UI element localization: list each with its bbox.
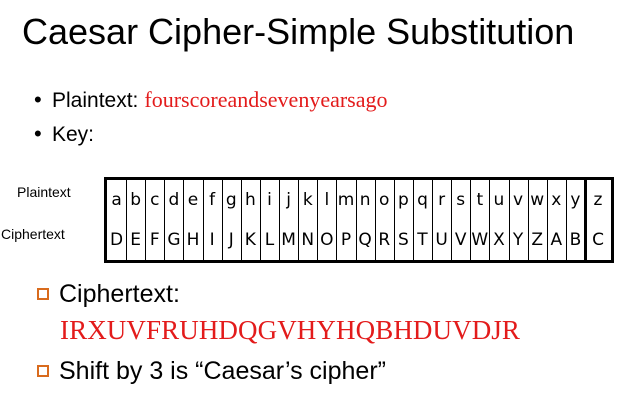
ciphertext-letter-S: S: [397, 230, 409, 250]
key-bullet: • Key:: [34, 117, 624, 151]
table-cell-divider: [279, 180, 281, 260]
table-cell-divider: [432, 180, 434, 260]
ciphertext-letter-X: X: [493, 230, 505, 250]
ciphertext-section: Ciphertext:: [37, 277, 627, 311]
table-cell-divider: [183, 180, 185, 260]
bullet-list: • Plaintext: fourscoreandsevenyearsago •…: [34, 83, 624, 151]
table-cell-divider: [355, 180, 357, 260]
plaintext-letter-r: r: [438, 190, 446, 210]
plaintext-letter-j: j: [286, 190, 291, 210]
ciphertext-letter-Q: Q: [358, 230, 372, 250]
plaintext-letter-v: v: [513, 190, 524, 210]
ciphertext-letter-W: W: [471, 230, 489, 250]
ciphertext-value: IRXUVFRUHDQGVHYHQBHDUVDJR: [60, 315, 521, 345]
table-cell-divider: [336, 180, 338, 260]
plaintext-letter-e: e: [187, 190, 199, 210]
plaintext-letter-t: t: [476, 190, 484, 210]
plaintext-letter-h: h: [244, 190, 256, 210]
plaintext-letter-d: d: [168, 190, 180, 210]
ciphertext-letter-T: T: [417, 230, 428, 250]
ciphertext-letter-L: L: [264, 230, 275, 250]
plaintext-letter-p: p: [397, 190, 409, 210]
ciphertext-bullet: Ciphertext:: [37, 277, 627, 311]
table-cell-divider: [584, 180, 587, 260]
ciphertext-letter-P: P: [340, 230, 352, 250]
plaintext-letter-q: q: [417, 190, 428, 210]
table-cell-divider: [451, 180, 453, 260]
ciphertext-letter-E: E: [130, 230, 142, 250]
table-cell-divider: [317, 180, 319, 260]
plaintext-letter-l: l: [324, 190, 330, 210]
table-cell-divider: [240, 180, 242, 260]
table-cell-divider: [202, 180, 204, 260]
table-cell-divider: [508, 180, 510, 260]
ciphertext-letter-Y: Y: [512, 230, 524, 250]
ciphertext-letter-J: J: [228, 230, 234, 250]
substitution-table: abcdefghijklmnopqrstuvwxyz DEFGHIJKLMNOP…: [104, 177, 614, 263]
table-cell-divider: [298, 180, 300, 260]
ciphertext-letter-K: K: [244, 230, 256, 250]
plaintext-letter-z: z: [593, 190, 603, 210]
plaintext-letter-g: g: [225, 190, 237, 210]
plaintext-letter-s: s: [456, 190, 466, 210]
slide: Caesar Cipher-Simple Substitution • Plai…: [0, 0, 638, 401]
table-cell-divider: [393, 180, 395, 260]
slide-title: Caesar Cipher-Simple Substitution: [22, 11, 575, 52]
square-bullet-icon: [37, 365, 49, 377]
note-bullet: Shift by 3 is “Caesar’s cipher”: [37, 354, 627, 388]
table-cell-divider: [489, 180, 491, 260]
ciphertext-letter-A: A: [550, 230, 563, 250]
square-bullet-icon: [37, 288, 49, 300]
ciphertext-letter-I: I: [209, 230, 215, 250]
ciphertext-letter-D: D: [110, 230, 124, 250]
plaintext-row-label: Plaintext: [17, 184, 71, 200]
table-cell-divider: [374, 180, 376, 260]
ciphertext-letter-B: B: [569, 230, 582, 250]
ciphertext-letter-V: V: [454, 230, 467, 250]
ciphertext-letter-G: G: [167, 230, 181, 250]
plaintext-bullet: • Plaintext: fourscoreandsevenyearsago: [34, 83, 624, 117]
plaintext-letter-x: x: [551, 190, 562, 210]
plaintext-letter-n: n: [359, 190, 371, 210]
ciphertext-letter-N: N: [301, 230, 315, 250]
plaintext-letter-a: a: [111, 190, 122, 210]
plaintext-letter-y: y: [570, 190, 581, 210]
key-label: Key:: [52, 123, 95, 146]
bullet-dot-icon: •: [34, 121, 42, 146]
ciphertext-label: Ciphertext:: [59, 280, 180, 308]
ciphertext-letter-Z: Z: [531, 230, 543, 250]
plaintext-letter-u: u: [493, 190, 505, 210]
ciphertext-row-label: Ciphertext: [1, 226, 65, 242]
ciphertext-letter-C: C: [592, 230, 604, 250]
plaintext-letter-c: c: [150, 190, 160, 210]
table-cell-divider: [221, 180, 223, 260]
table-cell-divider: [527, 180, 529, 260]
plaintext-letter-w: w: [530, 190, 545, 210]
table-cell-divider: [145, 180, 147, 260]
plaintext-letter-k: k: [302, 190, 313, 210]
table-cell-divider: [546, 180, 548, 260]
ciphertext-letter-M: M: [281, 230, 296, 250]
ciphertext-letter-F: F: [149, 230, 160, 250]
plaintext-letter-f: f: [209, 190, 216, 210]
plaintext-letter-i: i: [267, 190, 272, 210]
table-cell-divider: [470, 180, 472, 260]
ciphertext-letter-H: H: [186, 230, 200, 250]
plaintext-value: fourscoreandsevenyearsago: [144, 87, 388, 112]
plaintext-letter-m: m: [337, 190, 355, 210]
ciphertext-letter-R: R: [378, 230, 391, 250]
table-cell-divider: [126, 180, 128, 260]
table-cell-divider: [565, 180, 567, 260]
shift-note: Shift by 3 is “Caesar’s cipher”: [59, 357, 386, 385]
plaintext-label: Plaintext:: [52, 89, 139, 112]
plaintext-letter-o: o: [379, 190, 390, 210]
ciphertext-letter-O: O: [320, 230, 334, 250]
table-cell-divider: [259, 180, 261, 260]
note-section: Shift by 3 is “Caesar’s cipher”: [37, 354, 627, 388]
ciphertext-letter-U: U: [435, 230, 448, 250]
table-cell-divider: [164, 180, 166, 260]
table-cell-divider: [412, 180, 414, 260]
plaintext-letter-b: b: [130, 190, 142, 210]
bullet-dot-icon: •: [34, 87, 42, 112]
